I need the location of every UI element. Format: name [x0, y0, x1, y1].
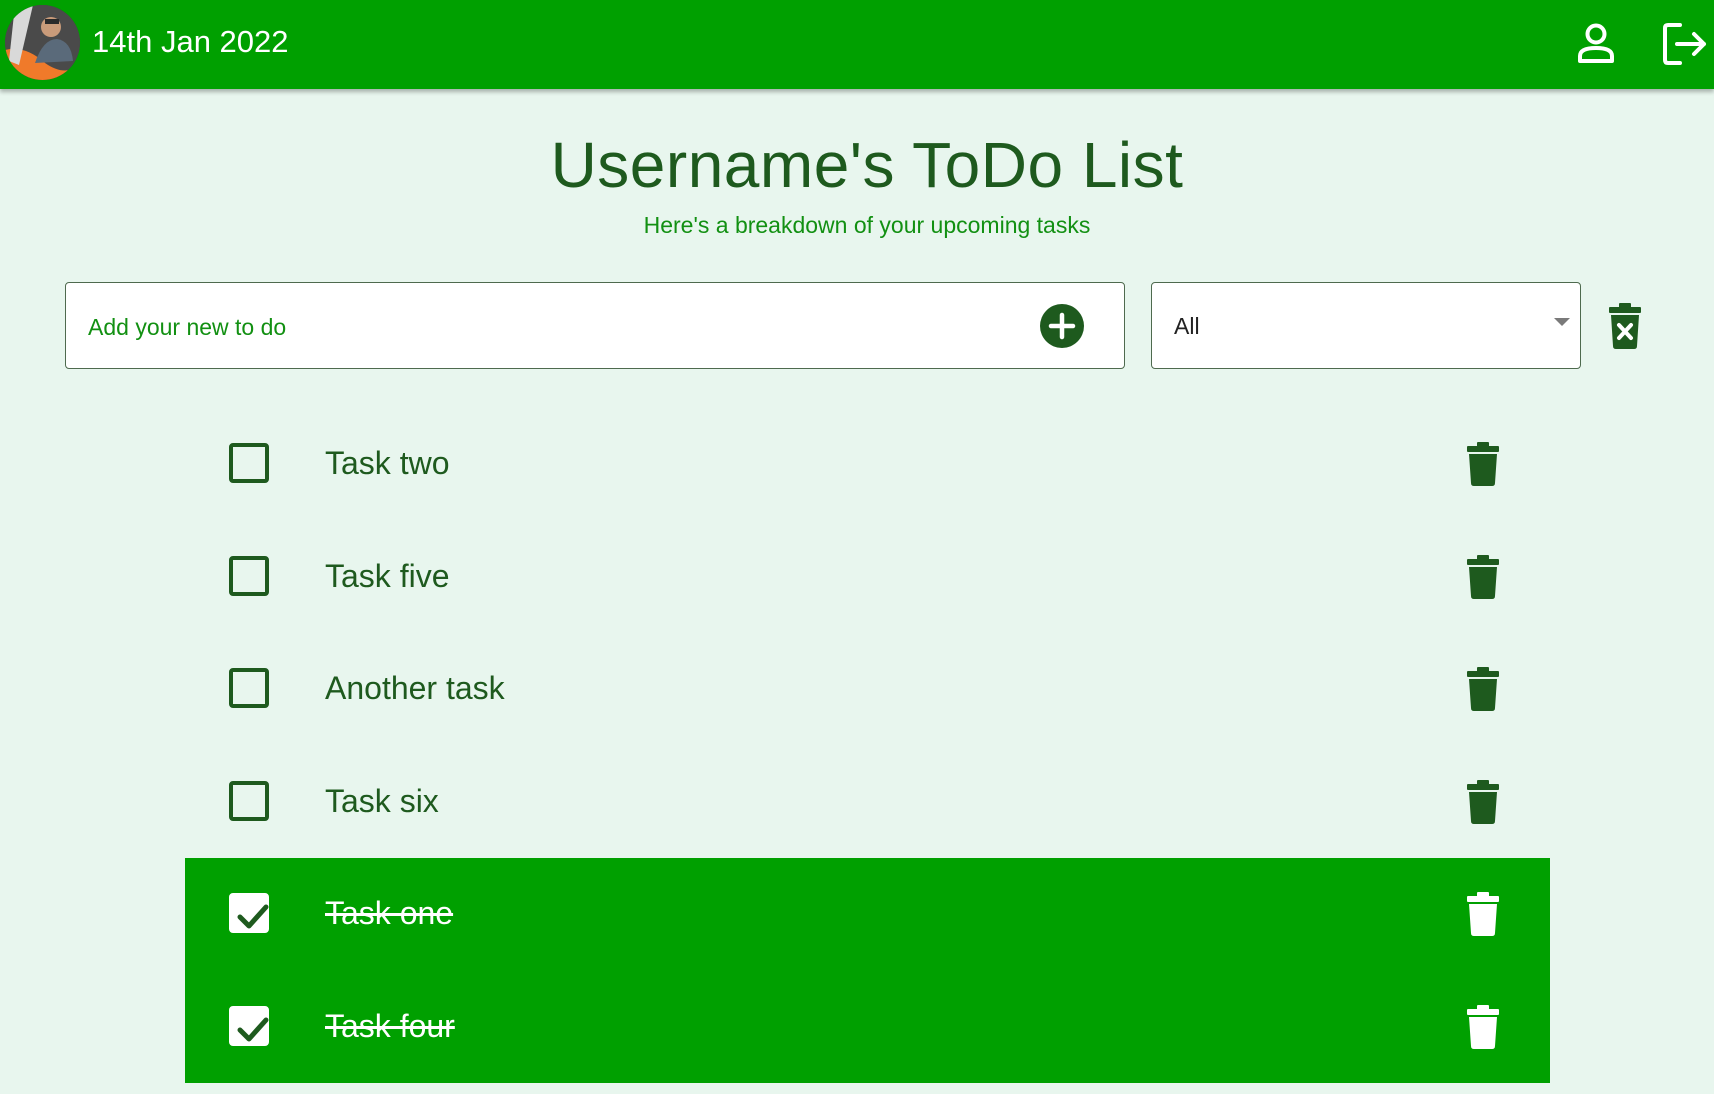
trash-icon	[1467, 779, 1499, 824]
trash-icon	[1467, 554, 1499, 599]
task-item: Task six	[185, 746, 1550, 859]
task-label: Task one	[325, 895, 454, 931]
logout-button[interactable]	[1660, 20, 1708, 68]
page-title: Username's ToDo List	[550, 129, 1184, 201]
task-item: Another task	[185, 633, 1550, 746]
current-date: 14th Jan 2022	[92, 24, 289, 59]
filter-select[interactable]: All	[1151, 282, 1581, 369]
plus-circle-icon	[1040, 304, 1084, 348]
add-todo-button[interactable]	[1039, 303, 1085, 349]
delete-task-button[interactable]	[1465, 779, 1501, 824]
page-subtitle: Here's a breakdown of your upcoming task…	[643, 212, 1091, 238]
task-item: Task two	[185, 408, 1550, 521]
delete-task-button[interactable]	[1465, 667, 1501, 711]
clear-completed-button[interactable]	[1607, 303, 1643, 349]
task-checkbox[interactable]	[229, 893, 269, 933]
check-icon	[237, 1017, 269, 1041]
delete-task-button[interactable]	[1465, 892, 1501, 936]
check-icon	[237, 904, 269, 929]
task-label: Another task	[325, 670, 505, 706]
avatar-photo-icon	[5, 5, 80, 80]
task-checkbox[interactable]	[229, 780, 269, 821]
task-list: Task two Task five Another task Task six Tas…	[185, 408, 1550, 1083]
user-avatar[interactable]	[5, 5, 80, 80]
delete-task-button[interactable]	[1465, 554, 1501, 599]
chevron-down-icon	[1554, 318, 1570, 326]
profile-button[interactable]	[1572, 20, 1620, 68]
task-checkbox[interactable]	[229, 668, 269, 708]
task-label: Task four	[325, 1007, 455, 1044]
filter-selected-value: All	[1174, 313, 1200, 339]
trash-icon	[1467, 1004, 1499, 1049]
logout-icon	[1663, 23, 1706, 65]
new-todo-field[interactable]	[65, 282, 1125, 369]
top-app-bar: 14th Jan 2022	[0, 0, 1714, 89]
task-checkbox[interactable]	[229, 555, 269, 596]
task-item: Task one	[185, 858, 1550, 971]
task-checkbox[interactable]	[229, 443, 269, 483]
person-icon	[1578, 23, 1614, 63]
task-item: Task five	[185, 521, 1550, 634]
trash-icon	[1467, 667, 1499, 711]
trash-icon	[1467, 442, 1499, 486]
trash-icon	[1467, 892, 1499, 936]
task-label: Task two	[325, 445, 450, 481]
delete-task-button[interactable]	[1465, 442, 1501, 486]
new-todo-input[interactable]	[86, 303, 990, 351]
task-label: Task six	[325, 782, 439, 819]
trash-x-icon	[1609, 303, 1641, 349]
task-label: Task five	[325, 557, 450, 594]
delete-task-button[interactable]	[1465, 1004, 1501, 1049]
task-checkbox[interactable]	[229, 1005, 269, 1046]
task-item: Task four	[185, 970, 1550, 1083]
